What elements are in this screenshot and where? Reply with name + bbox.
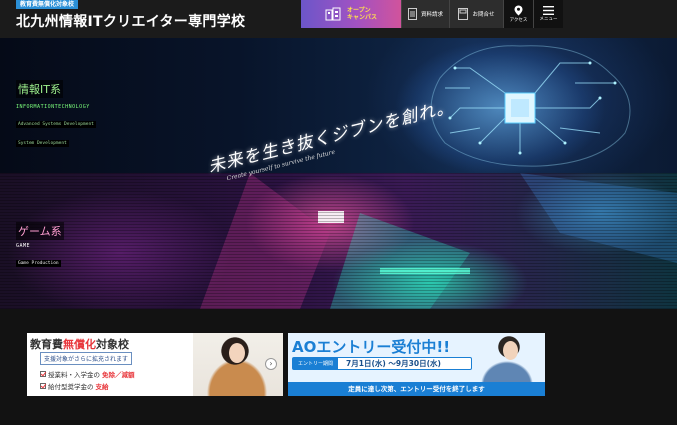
inquiry-icon <box>458 8 469 20</box>
it-sub-system[interactable]: System Development <box>16 140 69 147</box>
banner-area: 教育費無償化対象校 支援対象がさらに拡充されます 授業料・入学金の 免除／減額 給… <box>0 309 677 425</box>
inquiry-label: お問合せ <box>472 12 495 18</box>
tuition-free-badge: 教育費無償化対象校 <box>16 0 79 9</box>
game-panel[interactable]: ゲーム系 GAME Game Production <box>0 173 677 309</box>
it-category-title: 情報IT系 <box>16 80 63 98</box>
checkbox-icon <box>40 371 46 377</box>
access-label: アクセス <box>509 18 528 23</box>
ao-period-label: エントリー期間 <box>293 358 339 369</box>
header-nav: オープン キャンパス 資料請求 お問合せ アクセス メニュー <box>301 0 563 28</box>
it-category: 情報IT系 INFORMATIONTECHNOLOGY Advanced Sys… <box>16 78 96 148</box>
tuition-banner-item: 授業料・入学金の 免除／減額 <box>40 369 135 379</box>
open-campus-label: オープン キャンパス <box>346 7 377 21</box>
access-button[interactable]: アクセス <box>503 0 533 28</box>
request-docs-button[interactable]: 資料請求 <box>401 0 449 28</box>
game-sub-production[interactable]: Game Production <box>16 260 61 267</box>
hero: 情報IT系 INFORMATIONTECHNOLOGY Advanced Sys… <box>0 38 677 309</box>
chevron-right-icon: › <box>265 358 277 370</box>
hamburger-icon <box>543 6 554 15</box>
menu-button[interactable]: メニュー <box>533 0 563 28</box>
ao-period-dates: 7月1日(水) ～9月30日(水) <box>346 359 441 368</box>
open-campus-button[interactable]: オープン キャンパス <box>301 0 401 28</box>
checkbox-icon <box>40 383 46 389</box>
game-category: ゲーム系 GAME Game Production <box>16 220 64 268</box>
tuition-banner-item: 給付型奨学金の 支給 <box>40 381 109 391</box>
request-docs-label: 資料請求 <box>420 12 443 18</box>
tuition-banner-box: 支援対象がさらに拡充されます <box>40 352 133 365</box>
scanline-overlay <box>0 173 677 309</box>
school-logo[interactable]: 北九州情報ITクリエイター専門学校 <box>16 11 245 31</box>
site-header: 教育費無償化対象校 北九州情報ITクリエイター専門学校 オープン キャンパス 資… <box>0 0 677 38</box>
ao-entry-banner[interactable]: AOエントリー受付中!! エントリー期間 7月1日(水) ～9月30日(水) 定… <box>288 333 545 396</box>
game-category-title: ゲーム系 <box>16 222 64 240</box>
tuition-banner-title: 教育費無償化対象校 <box>30 338 129 351</box>
inquiry-button[interactable]: お問合せ <box>449 0 503 28</box>
ao-banner-title: AOエントリー受付中!! <box>292 338 451 356</box>
tuition-free-banner[interactable]: 教育費無償化対象校 支援対象がさらに拡充されます 授業料・入学金の 免除／減額 給… <box>27 333 283 396</box>
document-icon <box>407 8 417 20</box>
map-pin-icon <box>514 5 523 16</box>
menu-label: メニュー <box>539 17 558 22</box>
it-sub-advanced[interactable]: Advanced Systems Development <box>16 121 96 128</box>
student-face <box>229 343 245 363</box>
building-icon <box>325 7 341 21</box>
student-face <box>503 341 518 360</box>
ao-banner-footer: 定員に達し次第、エントリー受付を終了します <box>288 382 545 396</box>
ao-entry-period: エントリー期間 7月1日(水) ～9月30日(水) <box>292 357 472 370</box>
